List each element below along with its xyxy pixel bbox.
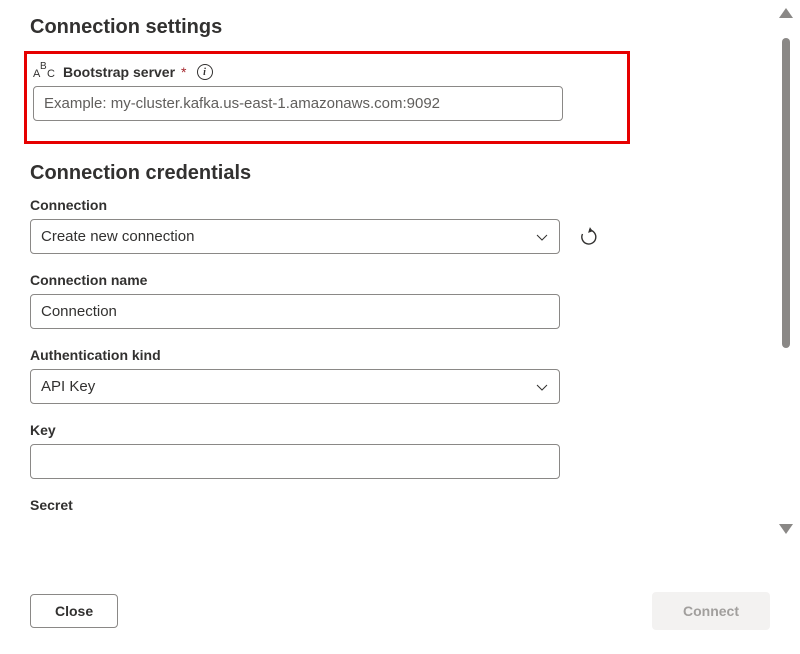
- required-indicator: *: [181, 64, 186, 80]
- form-content: Connection settings C Bootstrap server *…: [0, 0, 800, 540]
- connection-select[interactable]: Create new connection: [30, 219, 560, 254]
- scroll-down-arrow-icon[interactable]: [779, 524, 793, 534]
- scroll-thumb[interactable]: [782, 38, 790, 348]
- connection-credentials-heading: Connection credentials: [30, 162, 770, 185]
- key-input[interactable]: [30, 444, 560, 479]
- bootstrap-server-input[interactable]: [33, 86, 563, 121]
- connection-row: Create new connection: [30, 219, 770, 254]
- auth-kind-select-wrapper: API Key: [30, 369, 560, 404]
- key-field-group: Key: [30, 422, 770, 479]
- secret-field-group: Secret: [30, 497, 770, 513]
- bootstrap-server-label: Bootstrap server: [63, 64, 175, 80]
- scrollbar: [778, 8, 794, 534]
- connection-field-group: Connection Create new connection: [30, 197, 770, 254]
- text-type-icon: C: [33, 64, 57, 80]
- connection-select-wrapper: Create new connection: [30, 219, 560, 254]
- secret-label: Secret: [30, 497, 770, 513]
- refresh-icon[interactable]: [578, 226, 600, 248]
- connection-label: Connection: [30, 197, 770, 213]
- connection-name-input[interactable]: [30, 294, 560, 329]
- scroll-up-arrow-icon[interactable]: [779, 8, 793, 18]
- dialog-footer: Close Connect: [0, 573, 800, 654]
- connection-name-label: Connection name: [30, 272, 770, 288]
- close-button[interactable]: Close: [30, 594, 118, 628]
- key-label: Key: [30, 422, 770, 438]
- auth-kind-field-group: Authentication kind API Key: [30, 347, 770, 404]
- bootstrap-server-highlighted-section: C Bootstrap server * i: [24, 51, 630, 144]
- connect-button[interactable]: Connect: [652, 592, 770, 630]
- connection-name-field-group: Connection name: [30, 272, 770, 329]
- auth-kind-select[interactable]: API Key: [30, 369, 560, 404]
- bootstrap-server-label-row: C Bootstrap server * i: [33, 64, 617, 80]
- connection-settings-heading: Connection settings: [30, 16, 770, 39]
- info-icon[interactable]: i: [197, 64, 213, 80]
- auth-kind-label: Authentication kind: [30, 347, 770, 363]
